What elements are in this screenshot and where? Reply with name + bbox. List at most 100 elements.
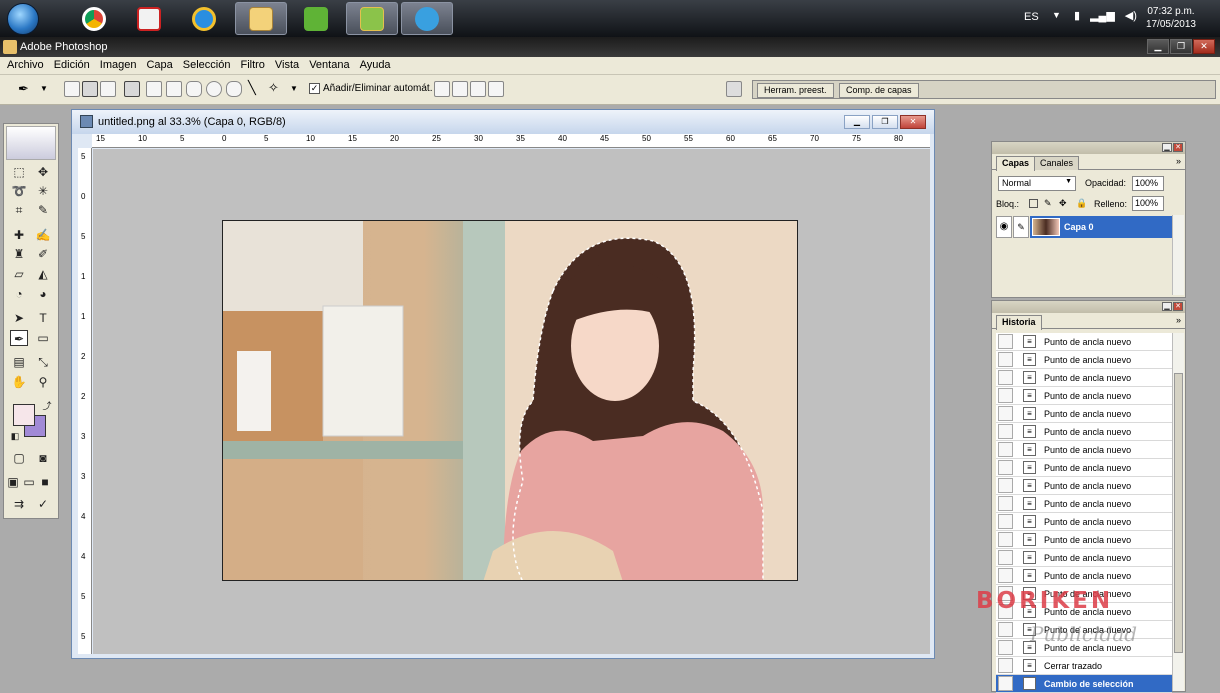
history-item[interactable]: ≡ Punto de ancla nuevo — [996, 387, 1172, 405]
tab-tool-presets[interactable]: Herram. preest. — [757, 83, 834, 98]
history-snapshot-checkbox[interactable] — [998, 352, 1013, 367]
menu-filtro[interactable]: Filtro — [236, 57, 270, 74]
freeform-pen-icon[interactable] — [146, 81, 162, 97]
hand-tool-icon[interactable]: ✋ — [10, 374, 28, 390]
custom-shape-icon[interactable]: ✧ — [268, 81, 284, 97]
history-snapshot-checkbox[interactable] — [998, 640, 1013, 655]
history-snapshot-checkbox[interactable] — [998, 388, 1013, 403]
start-button[interactable] — [7, 3, 39, 35]
history-snapshot-checkbox[interactable] — [998, 334, 1013, 349]
taskbar-video-button[interactable] — [123, 2, 175, 35]
lasso-tool-icon[interactable]: ➰ — [10, 183, 28, 199]
history-snapshot-checkbox[interactable] — [998, 406, 1013, 421]
paths-mode-icon[interactable] — [82, 81, 98, 97]
history-item[interactable]: ≡ Punto de ancla nuevo — [996, 585, 1172, 603]
default-colors-icon[interactable]: ◧ — [6, 428, 24, 444]
taskbar-messenger-button[interactable] — [401, 2, 453, 35]
taskbar-ie-button[interactable] — [178, 2, 230, 35]
layer-selected-item[interactable]: Capa 0 — [1030, 216, 1172, 238]
eyedropper-icon[interactable]: ⤡ — [34, 354, 52, 370]
history-item[interactable]: ≡ Punto de ancla nuevo — [996, 513, 1172, 531]
doc-close-button[interactable]: ✕ — [900, 115, 926, 129]
menu-capa[interactable]: Capa — [142, 57, 178, 74]
notes-tool-icon[interactable]: ▤ — [10, 354, 28, 370]
doc-minimize-button[interactable]: ▁ — [844, 115, 870, 129]
history-snapshot-checkbox[interactable] — [998, 658, 1013, 673]
auto-add-delete-checkbox[interactable]: ✓ — [309, 83, 320, 94]
language-indicator[interactable]: ES — [1024, 11, 1039, 23]
taskbar-photoshop-button[interactable] — [346, 2, 398, 35]
history-scrollbar-thumb[interactable] — [1174, 373, 1183, 653]
shape-dropdown-icon[interactable]: ▼ — [290, 84, 298, 93]
clock[interactable]: 07:32 p.m. 17/05/2013 — [1146, 5, 1196, 31]
rounded-rectangle-icon[interactable] — [186, 81, 202, 97]
history-item[interactable]: ≡ Punto de ancla nuevo — [996, 405, 1172, 423]
canvas-area[interactable] — [93, 149, 930, 654]
menu-archivo[interactable]: Archivo — [3, 57, 50, 74]
toolbox-header[interactable] — [6, 126, 56, 160]
history-item[interactable]: ≡ Cerrar trazado — [996, 657, 1172, 675]
tab-capas[interactable]: Capas — [996, 156, 1036, 171]
screen-mode-standard-icon[interactable]: ▣ — [6, 474, 20, 490]
fill-input[interactable]: 100% — [1132, 196, 1164, 211]
tab-canales[interactable]: Canales — [1034, 156, 1080, 170]
ellipse-icon[interactable] — [206, 81, 222, 97]
healing-brush-icon[interactable]: ✚ — [10, 227, 28, 243]
panel-menu-icon[interactable]: » — [1176, 156, 1181, 166]
document-titlebar[interactable]: untitled.png al 33.3% (Capa 0, RGB/8) ▁ … — [72, 110, 934, 134]
tray-expand-icon[interactable]: ▼ — [1052, 10, 1061, 20]
palette-well-icon[interactable] — [726, 81, 742, 97]
path-intersect-icon[interactable] — [470, 81, 486, 97]
paint-bucket-icon[interactable]: ◭ — [34, 266, 52, 282]
dodge-tool-icon[interactable]: ◕ — [34, 286, 52, 302]
swap-colors-icon[interactable]: ⤴ — [38, 398, 56, 414]
lock-transparency-icon[interactable] — [1029, 199, 1038, 208]
slice-tool-icon[interactable]: ✎ — [34, 202, 52, 218]
panel-close-button[interactable]: ✕ — [1173, 302, 1183, 311]
quick-mask-icon[interactable]: ◙ — [34, 450, 52, 466]
path-exclude-icon[interactable] — [488, 81, 504, 97]
history-item[interactable]: ≡ Punto de ancla nuevo — [996, 567, 1172, 585]
path-add-icon[interactable] — [434, 81, 450, 97]
edit-in-imageready-icon[interactable]: ✓ — [34, 496, 52, 512]
menu-ayuda[interactable]: Ayuda — [356, 57, 397, 74]
tool-preset-dropdown-icon[interactable]: ▼ — [40, 84, 48, 93]
zoom-tool-icon[interactable]: ⚲ — [34, 374, 52, 390]
history-item[interactable]: ≡ Punto de ancla nuevo — [996, 351, 1172, 369]
fill-pixels-icon[interactable] — [100, 81, 116, 97]
panel-minimize-button[interactable]: ▁ — [1162, 302, 1172, 311]
auto-add-delete-option[interactable]: ✓ Añadir/Eliminar automát. — [309, 83, 433, 94]
menu-ventana[interactable]: Ventana — [305, 57, 355, 74]
taskbar-explorer-button[interactable] — [235, 2, 287, 35]
layer-row[interactable]: ◉ ✎ Capa 0 — [996, 215, 1172, 239]
tab-layer-comps[interactable]: Comp. de capas — [839, 83, 919, 98]
history-item-current[interactable]: ≡ Cambio de selección — [996, 675, 1172, 693]
history-snapshot-checkbox[interactable] — [998, 496, 1013, 511]
history-snapshot-checkbox[interactable] — [998, 442, 1013, 457]
history-snapshot-checkbox[interactable] — [998, 568, 1013, 583]
history-item[interactable]: ≡ Punto de ancla nuevo — [996, 369, 1172, 387]
minimize-button[interactable]: ▁ — [1147, 39, 1169, 54]
history-item[interactable]: ≡ Punto de ancla nuevo — [996, 621, 1172, 639]
volume-icon[interactable]: ◀) — [1125, 9, 1137, 22]
eraser-tool-icon[interactable]: ▱ — [10, 266, 28, 282]
polygon-icon[interactable] — [226, 81, 242, 97]
move-tool-icon[interactable]: ✥ — [34, 164, 52, 180]
menu-edicion[interactable]: Edición — [50, 57, 96, 74]
path-selection-icon[interactable]: ➤ — [10, 310, 28, 326]
battery-icon[interactable]: ▮ — [1074, 9, 1080, 22]
blur-tool-icon[interactable]: ◔ — [10, 286, 28, 302]
brush-tool-icon[interactable]: ✍ — [34, 227, 52, 243]
marquee-tool-icon[interactable]: ⬚ — [10, 164, 28, 180]
rectangle-icon[interactable] — [166, 81, 182, 97]
taskbar-camtasia-button[interactable] — [290, 2, 342, 35]
screen-mode-full-icon[interactable]: ■ — [38, 474, 52, 490]
history-snapshot-checkbox[interactable] — [998, 514, 1013, 529]
history-scrollbar[interactable] — [1172, 333, 1184, 691]
layers-panel-header[interactable]: ▁ ✕ — [992, 142, 1185, 154]
history-snapshot-checkbox[interactable] — [998, 370, 1013, 385]
menu-imagen[interactable]: Imagen — [96, 57, 143, 74]
clone-stamp-icon[interactable]: ♜ — [10, 246, 28, 262]
menu-vista[interactable]: Vista — [271, 57, 305, 74]
history-snapshot-checkbox[interactable] — [998, 586, 1013, 601]
